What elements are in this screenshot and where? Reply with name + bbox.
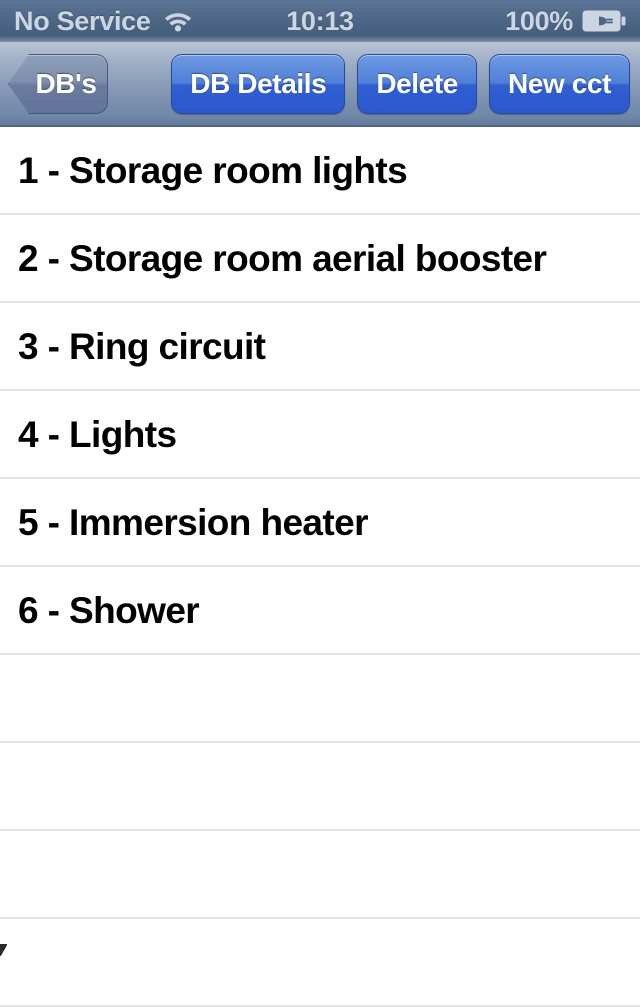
- status-bar-right: 100%: [505, 6, 626, 37]
- table-row[interactable]: 2 - Storage room aerial booster: [0, 215, 640, 303]
- table-row-empty: [0, 743, 640, 831]
- delete-button-label: Delete: [376, 68, 458, 99]
- circuit-label: 1 - Storage room lights: [18, 149, 408, 191]
- status-bar: No Service 10:13 100%: [0, 0, 640, 42]
- circuit-label: 6 - Shower: [18, 589, 200, 631]
- new-cct-button-label: New cct: [507, 68, 611, 99]
- table-row-empty: [0, 831, 640, 919]
- table-row[interactable]: 4 - Lights: [0, 391, 640, 479]
- table-row[interactable]: 3 - Ring circuit: [0, 303, 640, 391]
- delete-button[interactable]: Delete: [357, 54, 477, 114]
- status-bar-left: No Service: [14, 6, 193, 37]
- back-button-label: DB's: [35, 68, 97, 99]
- navigation-bar: DB's DB Details Delete New cct: [0, 42, 640, 127]
- table-row[interactable]: 6 - Shower: [0, 567, 640, 655]
- navigation-actions: DB Details Delete New cct: [171, 54, 630, 114]
- circuit-label: 4 - Lights: [18, 413, 177, 455]
- circuit-label: 5 - Immersion heater: [18, 501, 369, 543]
- table-row-empty: [0, 919, 640, 1007]
- table-row[interactable]: 1 - Storage room lights: [0, 127, 640, 215]
- db-details-button-label: DB Details: [190, 68, 327, 99]
- clock-label: 10:13: [286, 5, 354, 36]
- battery-percent-label: 100%: [505, 5, 573, 36]
- battery-charging-icon: [582, 10, 626, 32]
- db-details-button[interactable]: DB Details: [171, 54, 346, 114]
- table-row[interactable]: 5 - Immersion heater: [0, 479, 640, 567]
- table-row-empty: [0, 655, 640, 743]
- circuit-label: 2 - Storage room aerial booster: [18, 237, 547, 279]
- corner-artifact: [0, 944, 7, 956]
- wifi-icon: [163, 9, 193, 33]
- circuit-list: 1 - Storage room lights 2 - Storage room…: [0, 127, 640, 1007]
- new-cct-button[interactable]: New cct: [488, 54, 630, 114]
- back-button[interactable]: DB's: [8, 54, 108, 114]
- carrier-label: No Service: [14, 5, 151, 36]
- circuit-label: 3 - Ring circuit: [18, 325, 266, 367]
